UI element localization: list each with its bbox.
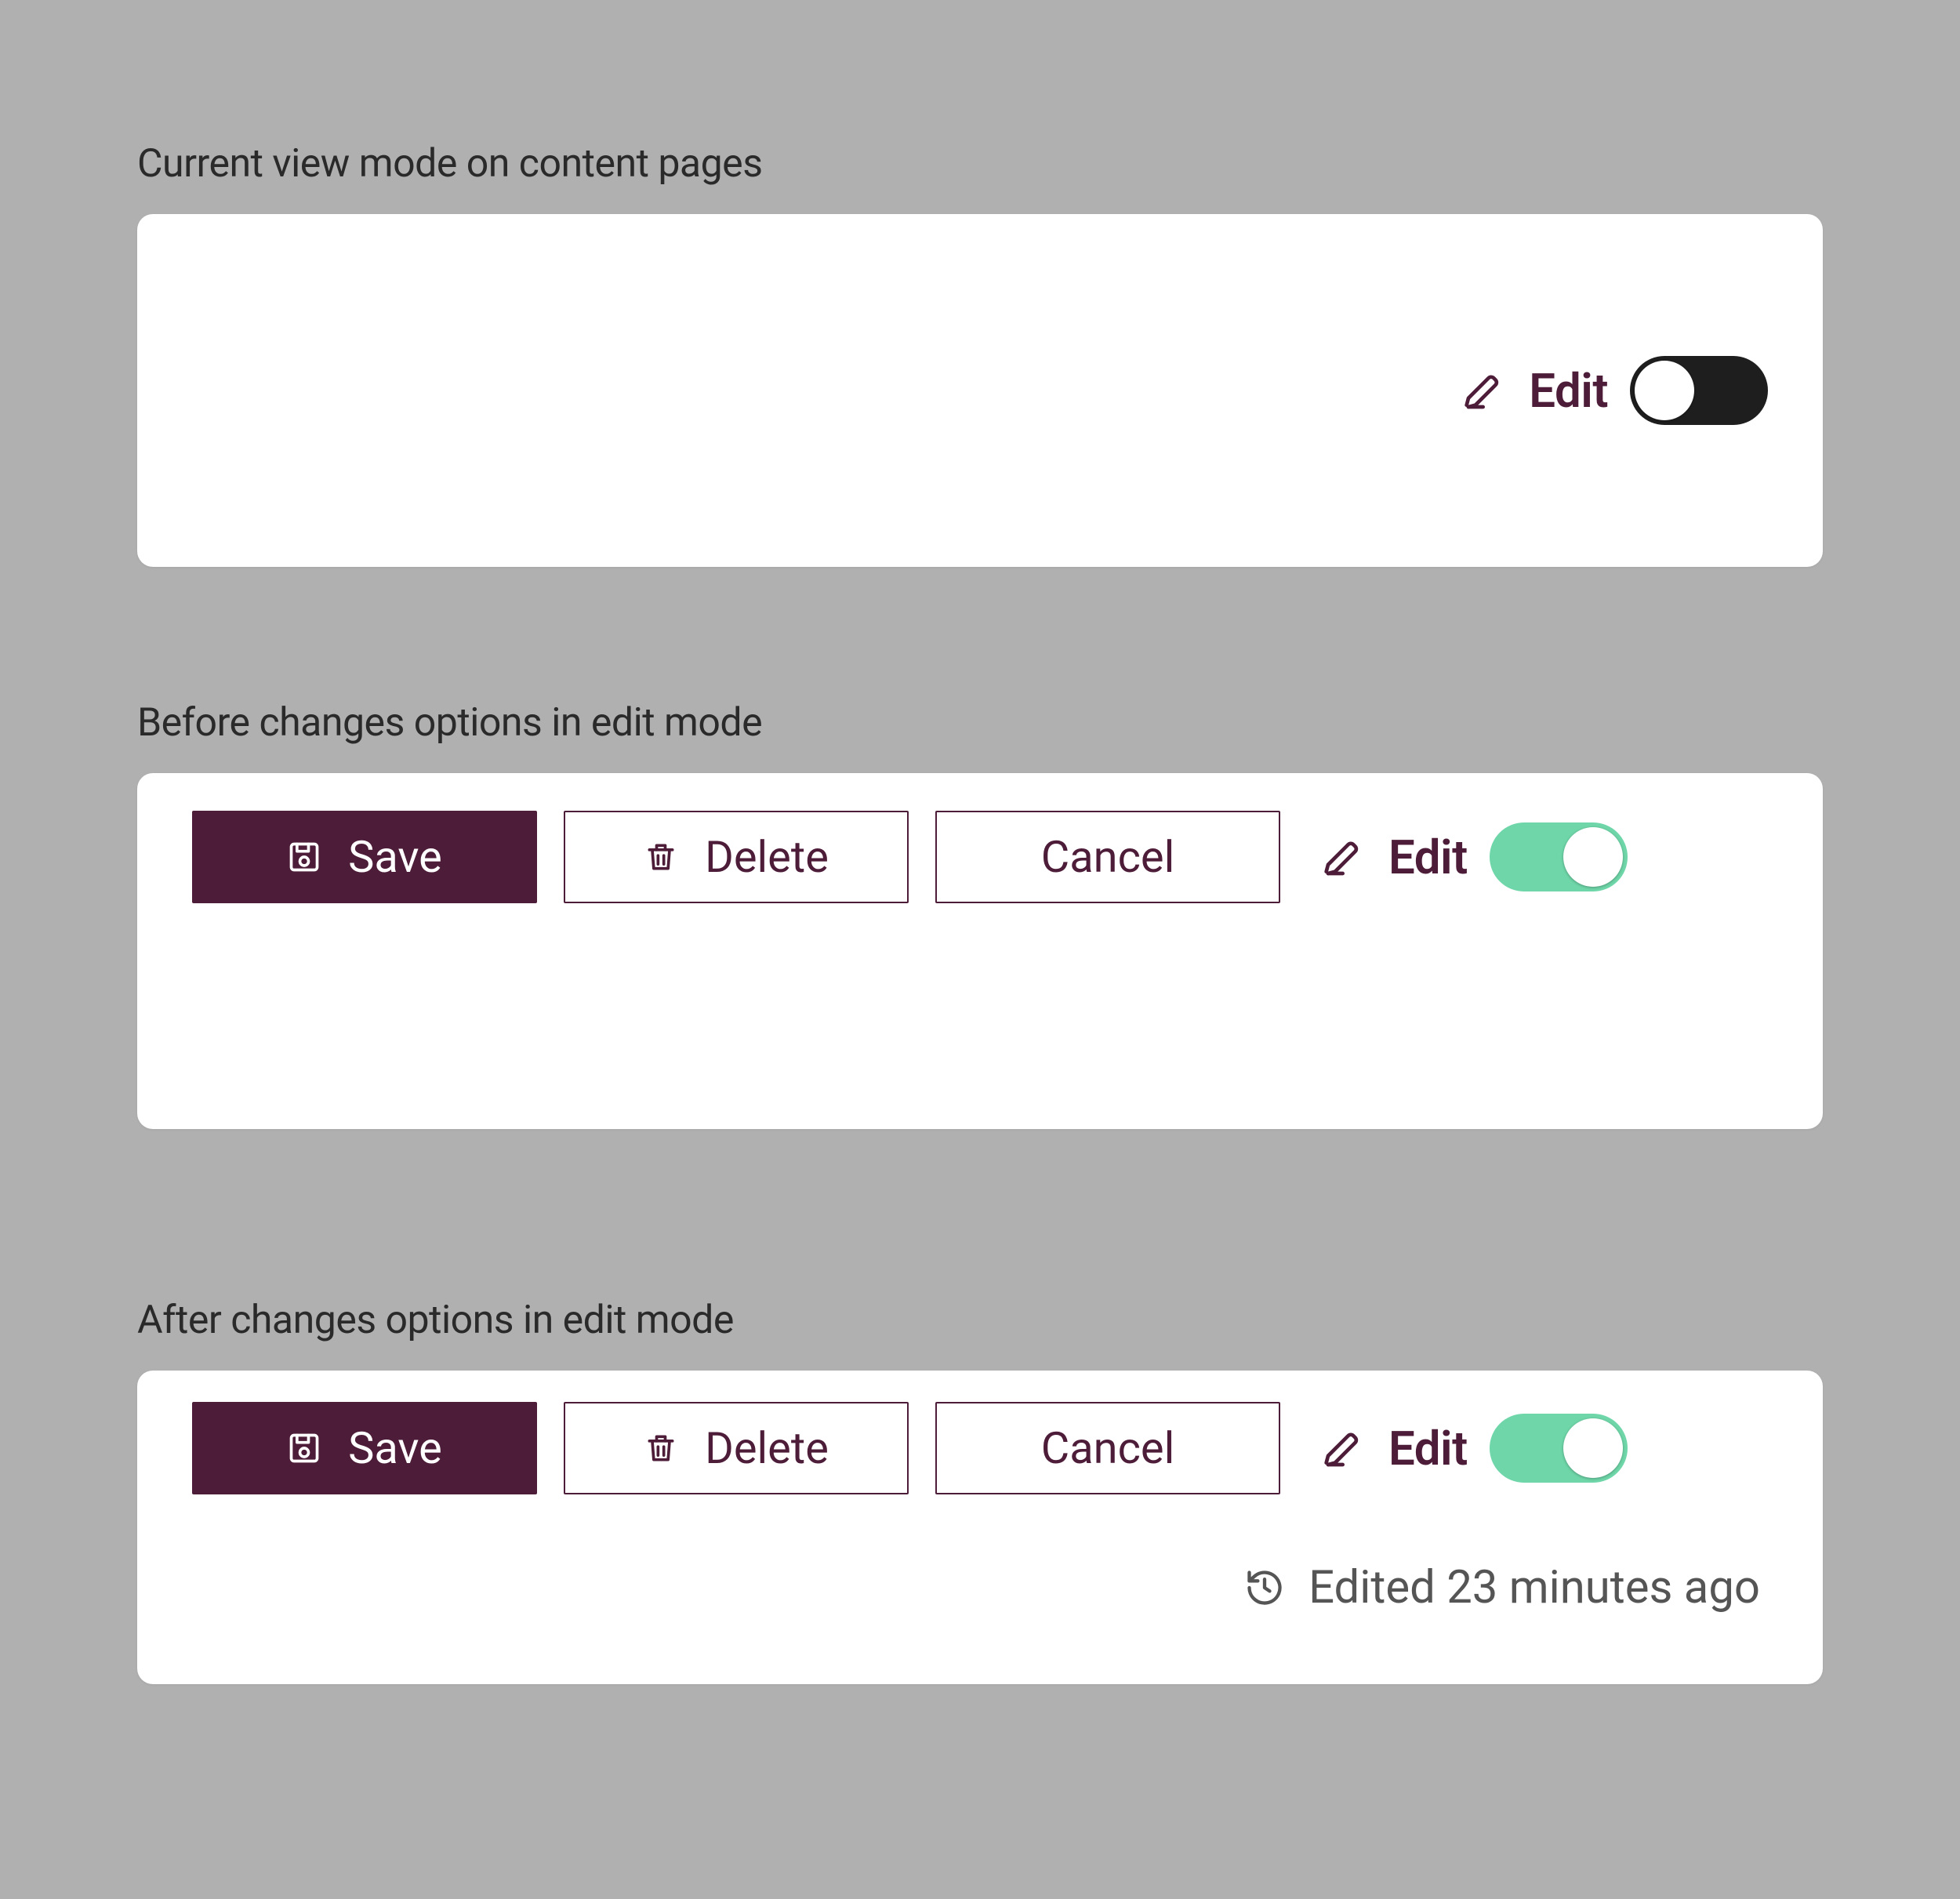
panel-after: Save Delete Cancel [137, 1371, 1823, 1684]
panel-viewmode: Edit [137, 214, 1823, 567]
delete-button[interactable]: Delete [564, 1402, 909, 1494]
delete-label: Delete [705, 831, 829, 883]
delete-label: Delete [705, 1422, 829, 1474]
edit-wrap-after: Edit [1323, 1414, 1628, 1483]
edit-wrap-viewmode: Edit [1463, 356, 1768, 425]
save-label: Save [348, 1422, 442, 1474]
panel-before: Save Delete Cancel [137, 773, 1823, 1129]
edit-toggle-on[interactable] [1490, 822, 1628, 891]
section-label-after: After changes options in edit mode [137, 1298, 1823, 1343]
edit-icon [1463, 369, 1507, 412]
toggle-knob [1563, 1418, 1623, 1478]
edit-wrap-before: Edit [1323, 822, 1628, 891]
section-label-viewmode: Current view mode on content pages [137, 141, 1823, 187]
edited-text: Edited 23 minutes ago [1308, 1561, 1760, 1614]
edit-icon [1323, 835, 1367, 879]
edit-toggle-off[interactable] [1630, 356, 1768, 425]
toggle-knob [1635, 361, 1694, 420]
cancel-button[interactable]: Cancel [935, 1402, 1280, 1494]
section-label-before: Before changes options in edit mode [137, 700, 1823, 746]
toggle-knob [1563, 827, 1623, 887]
save-label: Save [348, 831, 442, 883]
edited-row: Edited 23 minutes ago [192, 1561, 1768, 1614]
save-button[interactable]: Save [192, 811, 537, 903]
edit-icon [1323, 1426, 1367, 1470]
save-icon [287, 1431, 321, 1465]
edit-label: Edit [1388, 1421, 1468, 1476]
edit-label: Edit [1529, 363, 1608, 419]
cancel-button[interactable]: Cancel [935, 811, 1280, 903]
delete-button[interactable]: Delete [564, 811, 909, 903]
history-icon [1244, 1567, 1285, 1608]
save-icon [287, 840, 321, 874]
cancel-label: Cancel [1041, 831, 1174, 883]
cancel-label: Cancel [1041, 1422, 1174, 1474]
trash-icon [644, 1431, 678, 1465]
save-button[interactable]: Save [192, 1402, 537, 1494]
edit-toggle-on[interactable] [1490, 1414, 1628, 1483]
trash-icon [644, 840, 678, 874]
edit-label: Edit [1388, 830, 1468, 885]
